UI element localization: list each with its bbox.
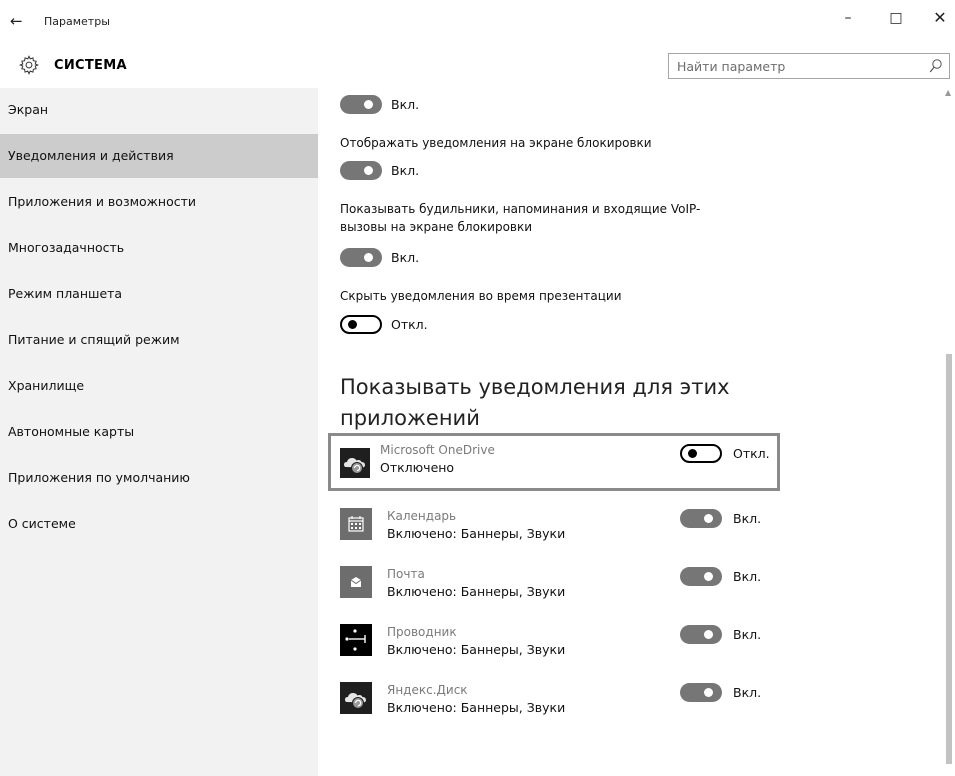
mail-icon xyxy=(340,566,372,598)
calendar-state: Вкл. xyxy=(733,511,762,526)
sidebar-item-label: Приложения по умолчанию xyxy=(8,470,190,485)
explorer-icon xyxy=(340,624,372,656)
app-status: Отключено xyxy=(380,460,455,475)
app-row-yandex-disk[interactable]: Яндекс.Диск Включено: Баннеры, Звуки Вкл… xyxy=(340,679,776,729)
maximize-button[interactable]: □ xyxy=(886,10,906,26)
sidebar-item-screen[interactable]: Экран xyxy=(0,88,318,132)
search-box[interactable] xyxy=(668,53,950,79)
setting-state-1: Вкл. xyxy=(391,97,420,112)
app-status: Включено: Баннеры, Звуки xyxy=(387,526,566,541)
scroll-thumb[interactable] xyxy=(946,354,952,764)
window-title: Параметры xyxy=(44,15,110,28)
title-bar: ← Параметры – □ ✕ xyxy=(0,0,955,44)
app-name: Почта xyxy=(387,567,425,581)
app-status: Включено: Баннеры, Звуки xyxy=(387,642,566,657)
close-button[interactable]: ✕ xyxy=(930,8,950,27)
search-icon[interactable] xyxy=(929,58,943,74)
page-title: СИСТЕМА xyxy=(54,58,127,73)
setting-toggle-1[interactable] xyxy=(340,95,382,114)
app-name: Яндекс.Диск xyxy=(387,683,468,697)
apps-section-title: Показывать уведомления для этих приложен… xyxy=(340,372,780,434)
explorer-toggle[interactable] xyxy=(680,625,722,644)
calendar-toggle[interactable] xyxy=(680,509,722,528)
app-name: Календарь xyxy=(387,509,457,523)
sidebar: Экран Уведомления и действия Приложения … xyxy=(0,88,318,776)
apps-section-title-line1: Показывать уведомления для этих xyxy=(340,375,730,399)
back-arrow-icon[interactable]: ← xyxy=(10,12,23,30)
app-name: Microsoft OneDrive xyxy=(380,443,495,457)
app-status: Включено: Баннеры, Звуки xyxy=(387,584,566,599)
page-header: СИСТЕМА xyxy=(0,44,955,88)
hide-during-presentation-label: Скрыть уведомления во время презентации xyxy=(340,289,622,303)
scroll-up-icon[interactable]: ▲ xyxy=(945,88,951,97)
lock-screen-notifications-label: Отображать уведомления на экране блокиро… xyxy=(340,136,652,150)
sidebar-item-multitasking[interactable]: Многозадачность xyxy=(0,226,318,270)
app-status: Включено: Баннеры, Звуки xyxy=(387,700,566,715)
sidebar-item-about[interactable]: О системе xyxy=(0,502,318,546)
yandex-disk-toggle[interactable] xyxy=(680,683,722,702)
sidebar-item-label: Приложения и возможности xyxy=(8,194,197,209)
hide-during-presentation-state: Откл. xyxy=(391,317,428,332)
app-row-calendar[interactable]: Календарь Включено: Баннеры, Звуки Вкл. xyxy=(340,505,776,555)
sidebar-item-label: О системе xyxy=(8,516,76,531)
sidebar-item-label: Уведомления и действия xyxy=(8,148,174,163)
sidebar-item-label: Автономные карты xyxy=(8,424,135,439)
app-row-explorer[interactable]: Проводник Включено: Баннеры, Звуки Вкл. xyxy=(340,621,776,671)
sidebar-item-label: Режим планшета xyxy=(8,286,123,301)
sidebar-item-power-sleep[interactable]: Питание и спящий режим xyxy=(0,318,318,362)
hide-during-presentation-toggle[interactable] xyxy=(340,315,382,334)
sidebar-item-label: Хранилище xyxy=(8,378,85,393)
calendar-icon xyxy=(340,508,372,540)
lock-screen-notifications-state: Вкл. xyxy=(391,163,420,178)
settings-content: Вкл. Отображать уведомления на экране бл… xyxy=(318,88,943,776)
gear-icon xyxy=(18,55,40,75)
sidebar-item-apps-features[interactable]: Приложения и возможности xyxy=(0,180,318,224)
search-input[interactable] xyxy=(669,54,909,78)
alarms-voip-state: Вкл. xyxy=(391,250,420,265)
alarms-voip-label-line2: вызовы на экране блокировки xyxy=(340,220,533,234)
mail-state: Вкл. xyxy=(733,569,762,584)
app-row-mail[interactable]: Почта Включено: Баннеры, Звуки Вкл. xyxy=(340,563,776,613)
onedrive-toggle[interactable] xyxy=(680,444,722,463)
yandex-disk-icon xyxy=(340,682,372,714)
sidebar-item-offline-maps[interactable]: Автономные карты xyxy=(0,410,318,454)
app-name: Проводник xyxy=(387,625,457,639)
sidebar-item-label: Многозадачность xyxy=(8,240,125,255)
sidebar-item-label: Экран xyxy=(8,102,49,117)
content-scrollbar[interactable]: ▲ xyxy=(943,88,955,776)
alarms-voip-toggle[interactable] xyxy=(340,248,382,267)
lock-screen-notifications-toggle[interactable] xyxy=(340,161,382,180)
onedrive-cloud-icon xyxy=(340,448,370,478)
onedrive-state: Откл. xyxy=(733,446,770,461)
sidebar-item-storage[interactable]: Хранилище xyxy=(0,364,318,408)
sidebar-item-tablet-mode[interactable]: Режим планшета xyxy=(0,272,318,316)
sidebar-item-label: Питание и спящий режим xyxy=(8,332,180,347)
sidebar-item-default-apps[interactable]: Приложения по умолчанию xyxy=(0,456,318,500)
apps-section-title-line2: приложений xyxy=(340,406,480,430)
mail-toggle[interactable] xyxy=(680,567,722,586)
alarms-voip-label: Показывать будильники, напоминания и вхо… xyxy=(340,202,701,216)
explorer-state: Вкл. xyxy=(733,627,762,642)
minimize-button[interactable]: – xyxy=(838,10,858,26)
yandex-disk-state: Вкл. xyxy=(733,685,762,700)
app-row-onedrive[interactable]: Microsoft OneDrive Отключено Откл. xyxy=(328,433,780,491)
sidebar-item-notifications[interactable]: Уведомления и действия xyxy=(0,134,318,178)
